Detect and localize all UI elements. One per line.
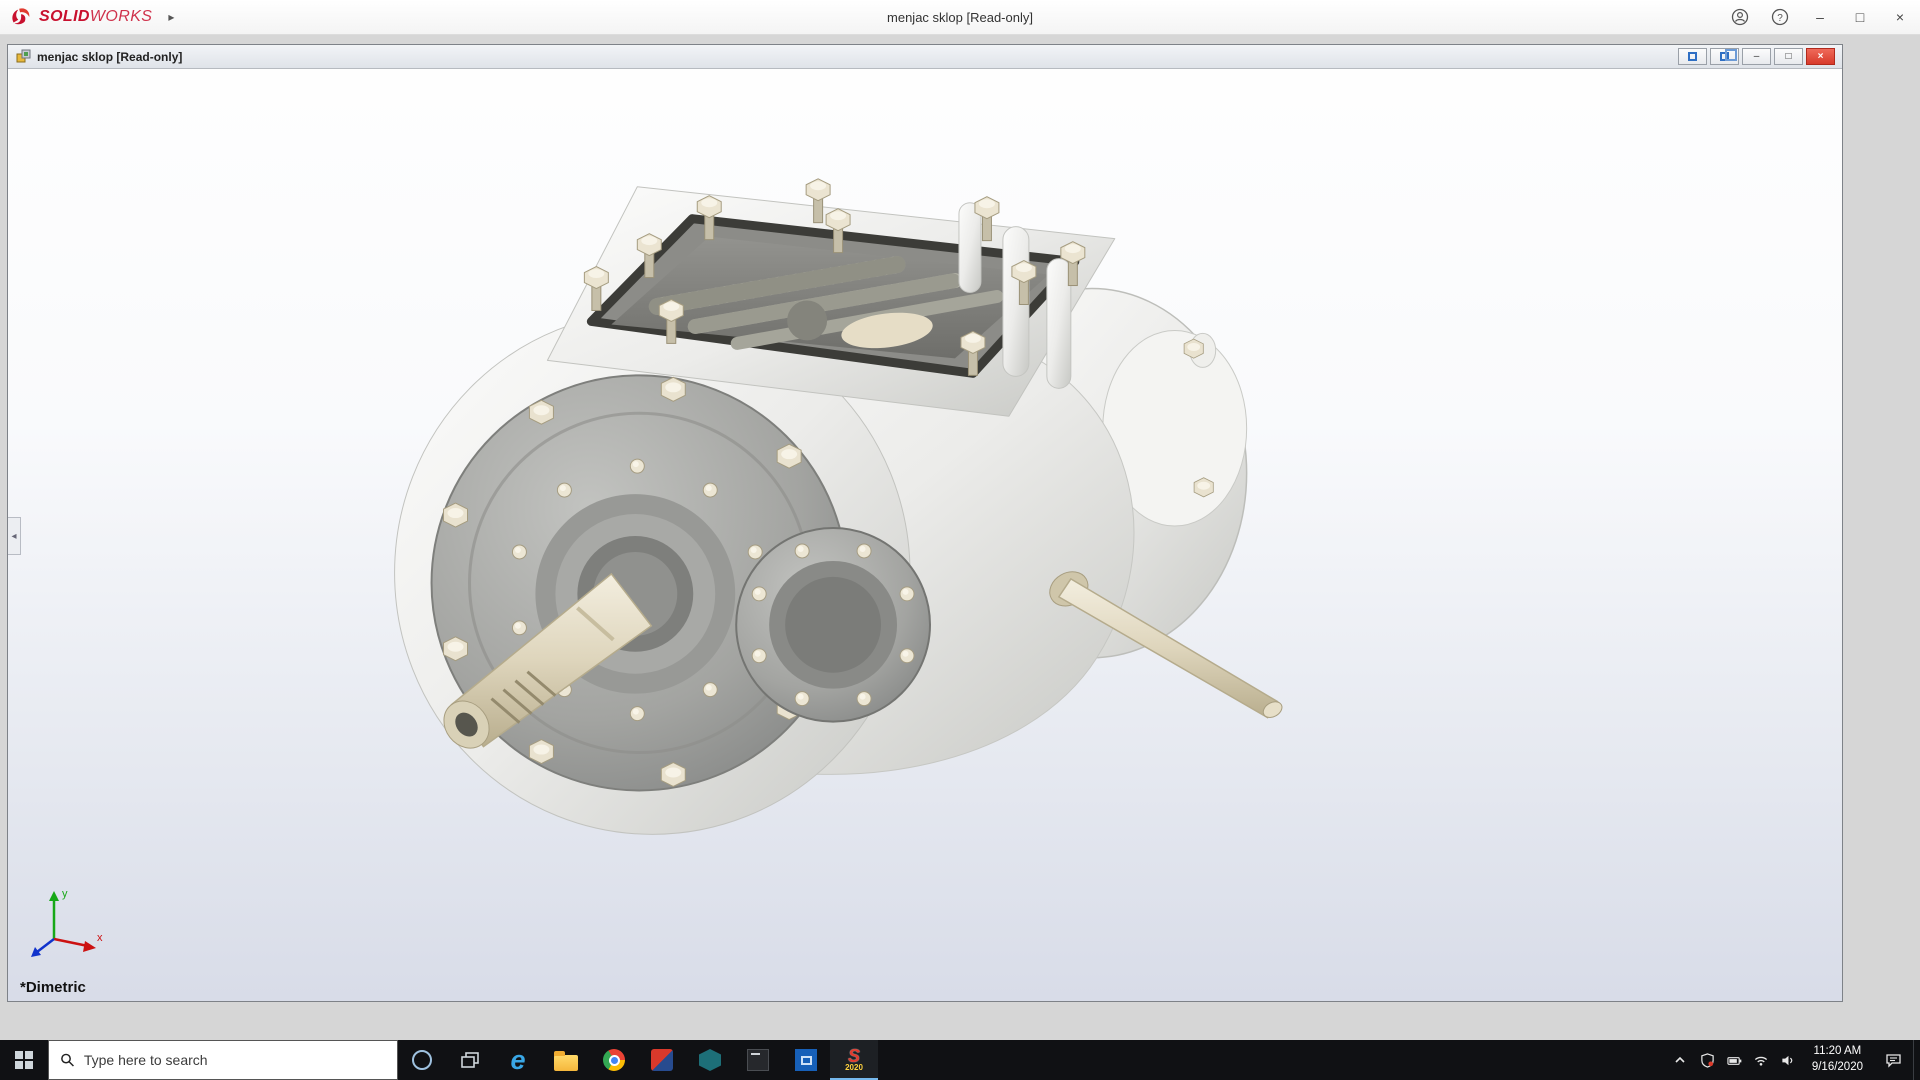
windows-taskbar: e S 2020 [0,1040,1920,1080]
taskbar-app-4-button[interactable] [782,1040,830,1080]
action-center-icon [1885,1054,1901,1068]
start-button[interactable] [0,1040,48,1080]
assembly-document-icon [16,49,31,63]
action-center-button[interactable] [1873,1040,1913,1080]
clock-time: 11:20 AM [1813,1045,1862,1058]
triad-z-arrow-icon [31,947,41,957]
taskbar-chrome-button[interactable] [590,1040,638,1080]
featuremanager-collapse-tab[interactable]: ◂ [8,517,21,555]
tray-overflow-button[interactable] [1667,1040,1694,1080]
taskbar-solidworks-button[interactable]: S 2020 [830,1040,878,1080]
triad-x-arrow-icon [83,941,96,952]
windows-logo-icon [15,1051,33,1069]
help-button[interactable]: ? [1760,0,1800,35]
taskbar-app-1-button[interactable] [638,1040,686,1080]
search-icon [61,1053,74,1067]
app-close-button[interactable]: × [1880,0,1920,35]
tray-battery-button[interactable] [1721,1040,1748,1080]
account-button[interactable] [1720,0,1760,35]
search-input[interactable] [83,1052,386,1068]
task-view-button[interactable] [446,1040,494,1080]
document-titlebar[interactable]: menjac sklop [Read-only] – □ × [8,45,1842,69]
app-window-title: menjac sklop [Read-only] [887,9,1033,25]
solidworks-brand: SOLIDWORKS [0,6,152,28]
triad-y-arrow-icon [49,891,59,901]
taskbar-app-3-button[interactable] [734,1040,782,1080]
triad-x-label: x [97,932,103,944]
tray-network-button[interactable] [1748,1040,1775,1080]
cortana-button[interactable] [398,1040,446,1080]
tray-security-button[interactable] [1694,1040,1721,1080]
clock-date: 9/16/2020 [1811,1061,1863,1073]
app-restore-button[interactable]: □ [1840,0,1880,35]
brand-text-bold: SOLID [39,8,90,25]
solidworks-app-icon: S [847,1046,860,1066]
taskbar-app-3-icon [747,1049,769,1071]
brand-text-light: WORKS [89,8,153,25]
volume-icon [1782,1055,1793,1065]
taskbar-app-1-icon [651,1049,673,1071]
chevron-up-icon [1675,1056,1685,1063]
taskbar-app-2-button[interactable] [686,1040,734,1080]
document-window: menjac sklop [Read-only] – □ × y x *Dime… [7,44,1843,1002]
doc-minimize-button[interactable]: – [1742,48,1771,65]
orientation-triad: y x [31,888,103,957]
taskbar-app-2-icon [699,1049,721,1071]
help-icon: ? [1771,8,1789,26]
chrome-icon [603,1049,625,1071]
document-title: menjac sklop [Read-only] [37,49,183,64]
battery-icon [1727,1056,1742,1065]
taskbar-clock[interactable]: 11:20 AM 9/16/2020 [1802,1040,1873,1080]
layout-cascade-icon [1720,49,1737,61]
secondary-cover[interactable] [735,527,931,723]
solidworks-logo-icon [12,8,30,25]
doc-layout-button-2[interactable] [1710,48,1739,65]
security-shield-icon [1701,1052,1714,1068]
triad-y-label: y [62,888,68,900]
app-titlebar: SOLIDWORKS ▸ menjac sklop [Read-only] ? … [0,0,1920,35]
help-glyph: ? [1777,13,1783,24]
menu-flyout-arrow-icon[interactable]: ▸ [162,6,180,28]
task-view-icon [461,1052,479,1068]
file-explorer-icon [554,1050,578,1071]
show-desktop-button[interactable] [1913,1040,1920,1080]
taskbar-app-4-icon [795,1049,817,1071]
solidworks-year-badge: 2020 [845,1063,863,1072]
doc-layout-button-1[interactable] [1678,48,1707,65]
taskbar-file-explorer-button[interactable] [542,1040,590,1080]
brand-text: SOLIDWORKS [39,8,152,26]
gearbox-3d-model[interactable] [8,69,1842,1001]
graphics-viewport[interactable]: y x *Dimetric ◂ [8,69,1842,1001]
taskbar-edge-button[interactable]: e [494,1040,542,1080]
view-orientation-label: *Dimetric [20,979,86,996]
edge-icon: e [510,1044,526,1075]
doc-close-button[interactable]: × [1806,48,1835,65]
network-wifi-icon [1755,1056,1768,1066]
tray-volume-button[interactable] [1775,1040,1802,1080]
taskbar-search-box[interactable] [48,1040,398,1080]
account-icon [1731,8,1749,26]
system-tray: 11:20 AM 9/16/2020 [1667,1040,1920,1080]
cortana-icon [412,1050,432,1070]
layout-square-icon [1688,52,1697,61]
app-minimize-button[interactable]: – [1800,0,1840,35]
doc-restore-button[interactable]: □ [1774,48,1803,65]
